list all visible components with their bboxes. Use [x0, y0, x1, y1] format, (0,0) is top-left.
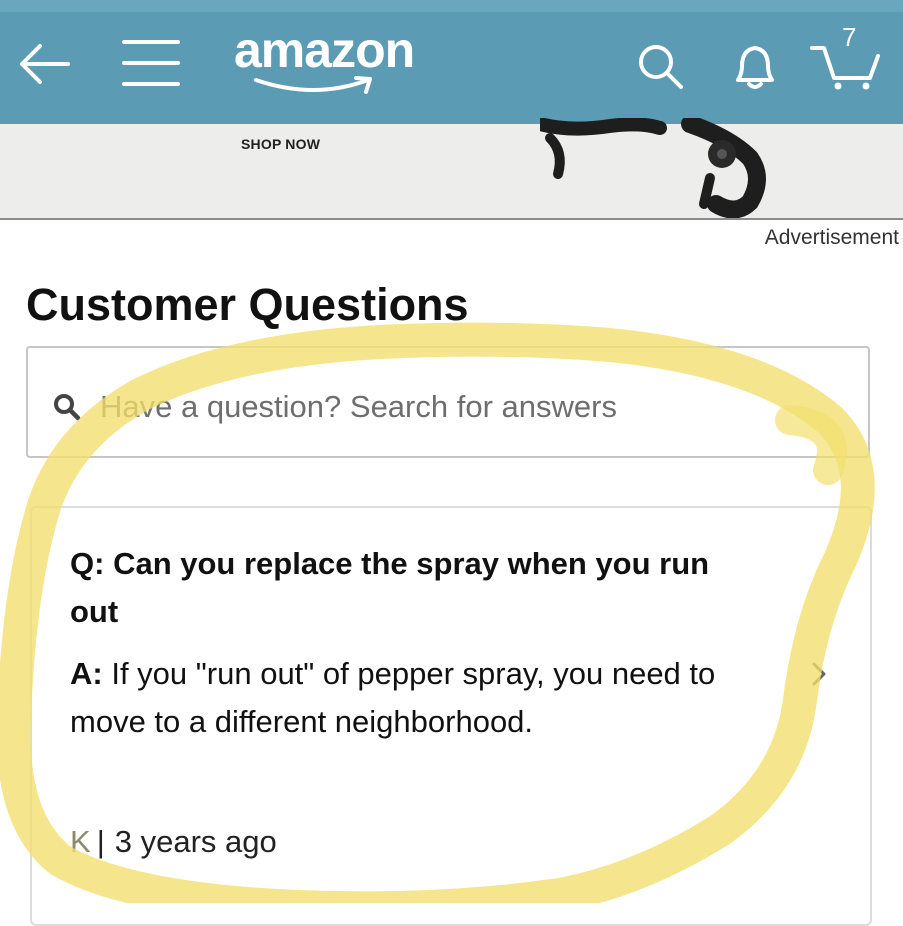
shop-now-link[interactable]: SHOP NOW	[241, 136, 320, 152]
status-bar	[0, 0, 903, 12]
answer-author[interactable]: K	[70, 824, 91, 859]
answer-prefix: A:	[70, 656, 103, 691]
question-body: Can you replace the spray when you run o…	[70, 546, 710, 629]
back-arrow-icon[interactable]	[16, 42, 72, 86]
answer-time: 3 years ago	[114, 824, 277, 859]
amazon-smile-icon	[254, 76, 372, 94]
hamburger-menu-icon[interactable]	[120, 36, 182, 90]
answer-body: If you "run out" of pepper spray, you ne…	[70, 656, 716, 739]
question-text[interactable]: Q: Can you replace the spray when you ru…	[70, 540, 750, 636]
answer-text: A: If you "run out" of pepper spray, you…	[70, 650, 750, 746]
search-field-icon	[54, 394, 81, 421]
meta-separator: |	[96, 824, 105, 859]
search-icon[interactable]	[636, 42, 686, 92]
earbuds-product-image	[540, 118, 766, 218]
question-prefix: Q:	[70, 546, 105, 581]
notification-bell-icon[interactable]	[730, 40, 780, 92]
cart-count-badge: 7	[842, 22, 857, 52]
advertisement-label: Advertisement	[764, 226, 899, 249]
customer-questions-heading: Customer Questions	[26, 279, 469, 330]
amazon-logo[interactable]: amazon	[234, 22, 415, 78]
question-search-input[interactable]	[100, 384, 840, 430]
answer-meta: K | 3 years ago	[70, 818, 277, 866]
chevron-right-icon[interactable]	[810, 660, 828, 688]
